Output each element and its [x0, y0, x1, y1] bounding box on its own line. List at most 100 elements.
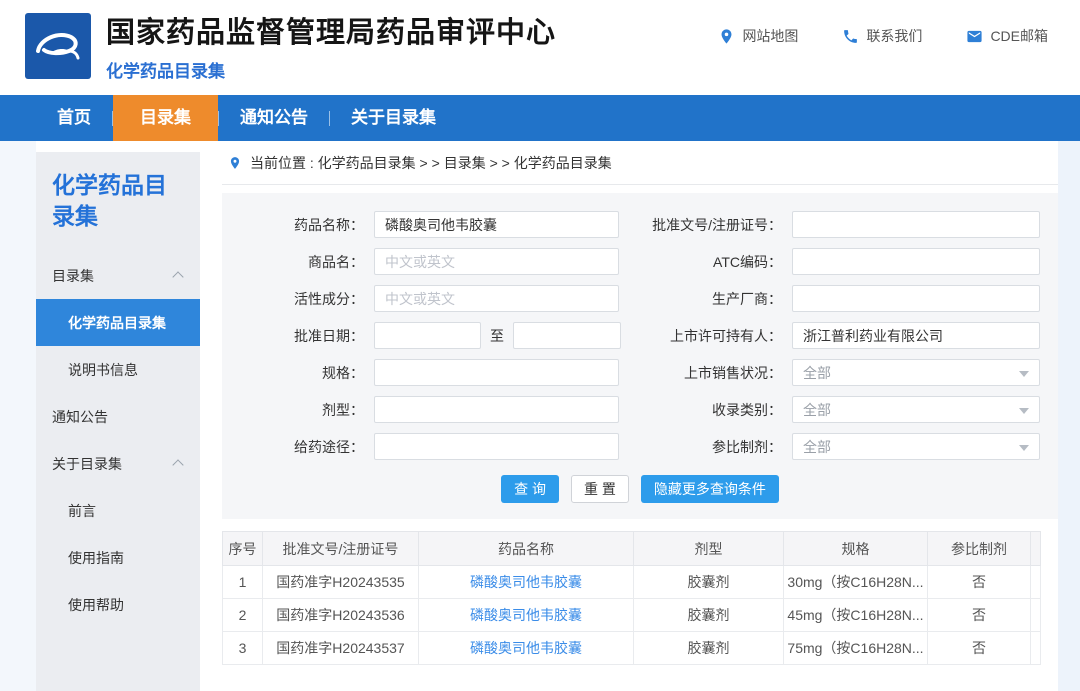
col-header-spacer [1031, 532, 1041, 566]
drug-name-input[interactable] [374, 211, 619, 238]
approval-date-label: 批准日期： [222, 326, 374, 346]
hide-more-conditions-button[interactable]: 隐藏更多查询条件 [641, 475, 779, 503]
cde-mail-link-label: CDE邮箱 [990, 26, 1048, 46]
table-row: 1 国药准字H20243535 磷酸奥司他韦胶囊 胶囊剂 30mg（按C16H2… [223, 566, 1041, 599]
chevron-down-icon [1019, 445, 1029, 451]
cell-reference: 否 [928, 566, 1031, 599]
reset-button[interactable]: 重 置 [571, 475, 629, 503]
active-ingredient-input[interactable] [374, 285, 619, 312]
contact-us-link-label: 联系我们 [866, 26, 922, 46]
col-header-reference: 参比制剂 [928, 532, 1031, 566]
chevron-down-icon [1019, 408, 1029, 414]
cde-mail-link[interactable]: CDE邮箱 [966, 26, 1048, 46]
main-nav: 首页 目录集 通知公告 关于目录集 [0, 95, 1080, 141]
category-select[interactable]: 全部 [792, 396, 1040, 423]
atc-code-label: ATC编码： [640, 252, 792, 272]
approval-date-to-input[interactable] [513, 322, 621, 349]
sidebar: 化学药品目录集 目录集 化学药品目录集 说明书信息 通知公告 关于目录集 前言 … [36, 152, 200, 691]
cell-approval-no: 国药准字H20243535 [263, 566, 419, 599]
approval-no-input[interactable] [792, 211, 1040, 238]
cell-spacer [1031, 632, 1041, 665]
trade-name-label: 商品名： [222, 252, 374, 272]
header-links: 网站地图 联系我们 CDE邮箱 [718, 26, 1048, 46]
sidebar-item-preface[interactable]: 前言 [36, 487, 200, 534]
sidebar-item-catalog-group[interactable]: 目录集 [36, 252, 200, 299]
swan-logo-icon [25, 13, 91, 79]
sidebar-item-help[interactable]: 使用帮助 [36, 581, 200, 628]
reference-label: 参比制剂： [640, 437, 792, 457]
table-row: 2 国药准字H20243536 磷酸奥司他韦胶囊 胶囊剂 45mg（按C16H2… [223, 599, 1041, 632]
chevron-up-icon [172, 271, 183, 282]
sidebar-item-chemical-drug-catalog[interactable]: 化学药品目录集 [36, 299, 200, 346]
envelope-icon [966, 28, 983, 45]
route-input[interactable] [374, 433, 619, 460]
sidebar-item-label: 关于目录集 [52, 454, 122, 474]
breadcrumb: 当前位置 : 化学药品目录集 > > 目录集 > > 化学药品目录集 [222, 141, 1058, 185]
sidebar-item-label: 化学药品目录集 [68, 313, 166, 333]
select-value: 全部 [803, 437, 831, 457]
contact-us-link[interactable]: 联系我们 [842, 26, 922, 46]
drug-name-link[interactable]: 磷酸奥司他韦胶囊 [470, 607, 582, 623]
search-panel: 药品名称： 商品名： 活性成分： 批准日期： 至 [222, 193, 1058, 519]
sidebar-item-label: 说明书信息 [68, 360, 138, 380]
phone-icon [842, 28, 859, 45]
atc-code-input[interactable] [792, 248, 1040, 275]
location-pin-icon [228, 156, 242, 170]
market-status-select[interactable]: 全部 [792, 359, 1040, 386]
cell-approval-no: 国药准字H20243537 [263, 632, 419, 665]
table-row: 3 国药准字H20243537 磷酸奥司他韦胶囊 胶囊剂 75mg（按C16H2… [223, 632, 1041, 665]
breadcrumb-text: 当前位置 : 化学药品目录集 > > 目录集 > > 化学药品目录集 [250, 153, 612, 173]
sitemap-link[interactable]: 网站地图 [718, 26, 798, 46]
chevron-up-icon [172, 459, 183, 470]
drug-name-link[interactable]: 磷酸奥司他韦胶囊 [470, 574, 582, 590]
category-label: 收录类别： [640, 400, 792, 420]
col-header-spec: 规格 [784, 532, 928, 566]
sidebar-item-about-group[interactable]: 关于目录集 [36, 440, 200, 487]
cell-dosage-form: 胶囊剂 [634, 632, 784, 665]
cell-spacer [1031, 566, 1041, 599]
sidebar-item-label: 目录集 [52, 266, 94, 286]
select-value: 全部 [803, 400, 831, 420]
cell-spec: 45mg（按C16H28N... [784, 599, 928, 632]
chevron-down-icon [1019, 371, 1029, 377]
nav-item-catalog[interactable]: 目录集 [113, 95, 218, 141]
spec-label: 规格： [222, 363, 374, 383]
mah-label: 上市许可持有人： [640, 326, 792, 346]
reference-select[interactable]: 全部 [792, 433, 1040, 460]
cell-approval-no: 国药准字H20243536 [263, 599, 419, 632]
table-header-row: 序号 批准文号/注册证号 药品名称 剂型 规格 参比制剂 [223, 532, 1041, 566]
nav-item-notices[interactable]: 通知公告 [219, 95, 329, 141]
col-header-dosage-form: 剂型 [634, 532, 784, 566]
cell-spacer [1031, 599, 1041, 632]
dosage-form-input[interactable] [374, 396, 619, 423]
nav-item-about-catalog[interactable]: 关于目录集 [330, 95, 457, 141]
cell-spec: 75mg（按C16H28N... [784, 632, 928, 665]
drug-name-link[interactable]: 磷酸奥司他韦胶囊 [470, 640, 582, 656]
manufacturer-label: 生产厂商： [640, 289, 792, 309]
cde-logo [25, 13, 91, 79]
sidebar-item-notices[interactable]: 通知公告 [36, 393, 200, 440]
page-right-margin [1058, 141, 1080, 691]
col-header-index: 序号 [223, 532, 263, 566]
sidebar-item-instruction-info[interactable]: 说明书信息 [36, 346, 200, 393]
trade-name-input[interactable] [374, 248, 619, 275]
sidebar-item-label: 前言 [68, 501, 96, 521]
sidebar-item-label: 使用指南 [68, 548, 124, 568]
mah-input[interactable] [792, 322, 1040, 349]
sidebar-title: 化学药品目录集 [36, 152, 200, 240]
date-range-separator: 至 [490, 326, 504, 346]
approval-date-from-input[interactable] [374, 322, 481, 349]
nav-item-home[interactable]: 首页 [36, 95, 112, 141]
sidebar-item-user-guide[interactable]: 使用指南 [36, 534, 200, 581]
sitemap-link-label: 网站地图 [742, 26, 798, 46]
site-header: 国家药品监督管理局药品审评中心 化学药品目录集 网站地图 联系我们 CDE邮箱 [0, 0, 1080, 95]
cell-reference: 否 [928, 632, 1031, 665]
site-subtitle: 化学药品目录集 [106, 57, 556, 82]
cell-index: 2 [223, 599, 263, 632]
page-left-margin [0, 141, 36, 691]
cell-reference: 否 [928, 599, 1031, 632]
spec-input[interactable] [374, 359, 619, 386]
manufacturer-input[interactable] [792, 285, 1040, 312]
location-pin-icon [718, 28, 735, 45]
search-button[interactable]: 查 询 [501, 475, 559, 503]
